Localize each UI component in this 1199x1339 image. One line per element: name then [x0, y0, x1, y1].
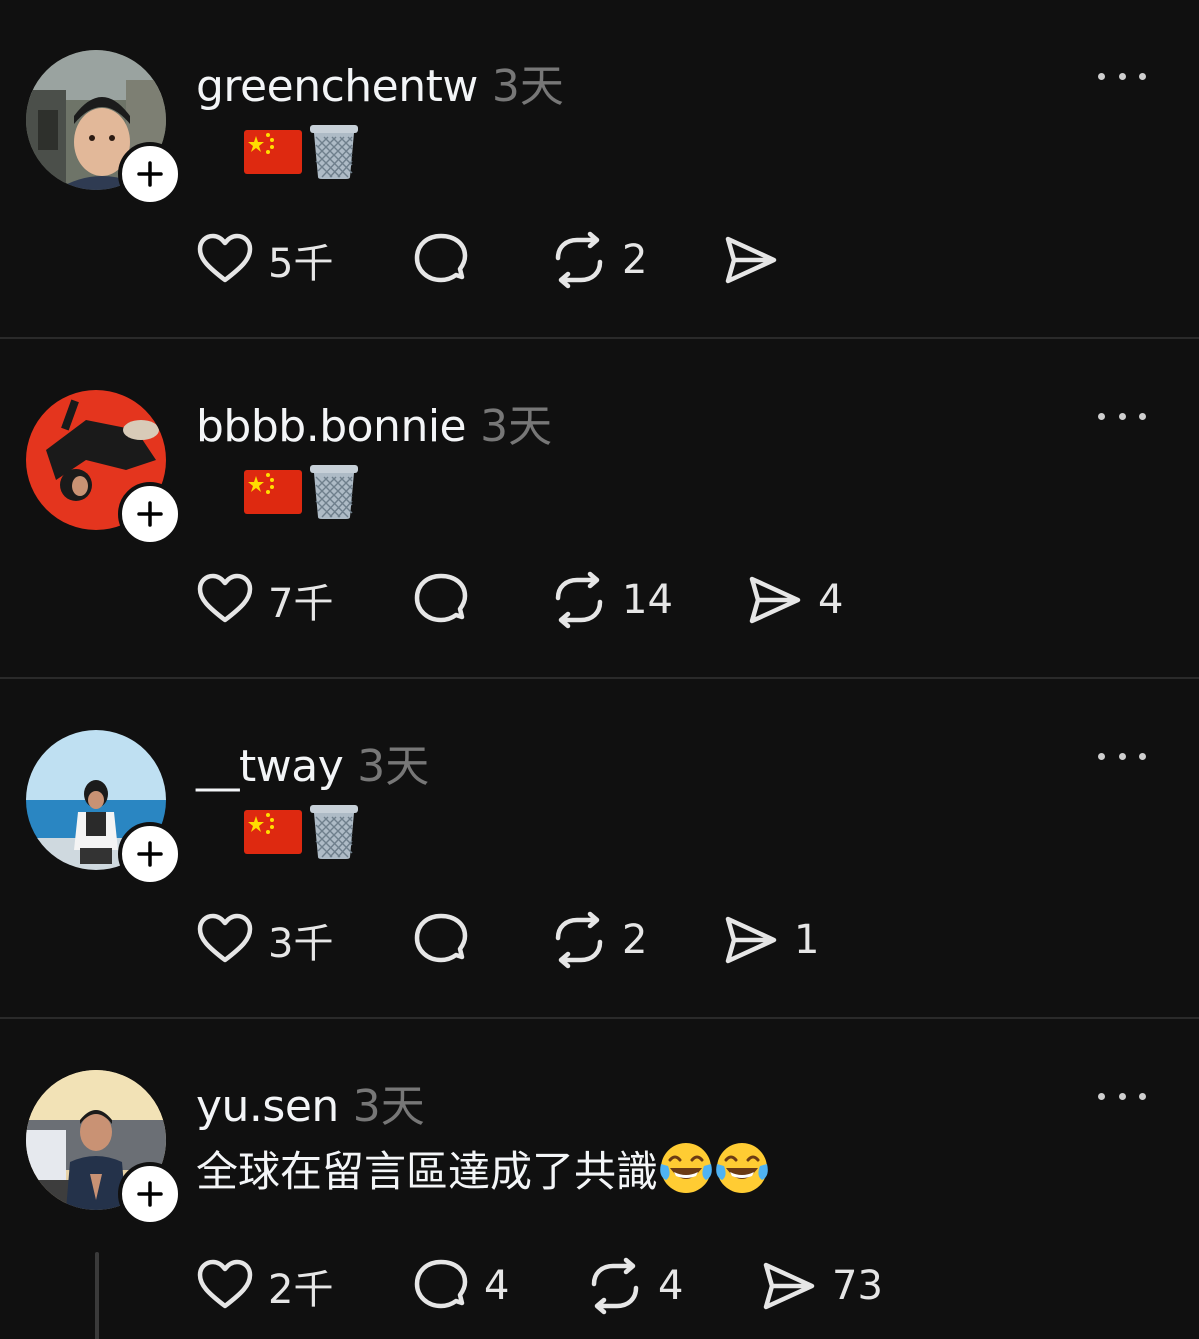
follow-button[interactable]: [118, 1162, 182, 1226]
follow-button[interactable]: [118, 142, 182, 206]
timestamp[interactable]: 3天: [492, 50, 564, 114]
post-header: __tway 3天: [196, 730, 429, 792]
more-options-icon[interactable]: [1098, 66, 1146, 86]
cn-flag-icon: [244, 130, 302, 174]
post-text: 全球在留言區達成了共識: [196, 1147, 659, 1196]
follow-button[interactable]: [118, 482, 182, 546]
post-header: greenchentw 3天: [196, 50, 564, 112]
share-button[interactable]: [722, 230, 794, 290]
share-count: 4: [818, 577, 844, 623]
repost-count: 14: [622, 577, 673, 623]
repost-count: 4: [658, 1263, 684, 1309]
comment-bubble-icon: [414, 573, 468, 623]
send-icon: [749, 576, 801, 624]
share-button[interactable]: 1: [722, 910, 819, 970]
post-content[interactable]: [196, 800, 360, 864]
heart-icon: [197, 573, 253, 623]
repost-button[interactable]: 2: [550, 230, 647, 290]
post: __tway 3天 3千 2 1: [0, 680, 1199, 1018]
wastebasket-icon: [310, 465, 358, 519]
divider: [0, 337, 1199, 339]
timestamp[interactable]: 3天: [357, 730, 429, 794]
repost-icon: [591, 1257, 639, 1315]
action-bar: 2千 4 4 73: [196, 1256, 1096, 1316]
repost-button[interactable]: 14: [550, 570, 673, 630]
avatar-container[interactable]: [26, 1070, 182, 1226]
post-header: yu.sen 3天: [196, 1070, 425, 1132]
like-count: 7千: [268, 581, 334, 627]
cn-flag-icon: [244, 810, 302, 854]
more-options-icon[interactable]: [1098, 406, 1146, 426]
plus-icon: [137, 841, 163, 867]
reply-button[interactable]: 4: [412, 1256, 509, 1316]
timestamp[interactable]: 3天: [480, 390, 552, 454]
post: bbbb.bonnie 3天 7千 14 4: [0, 340, 1199, 678]
post-content[interactable]: 全球在留言區達成了共識: [196, 1140, 770, 1202]
plus-icon: [137, 1181, 163, 1207]
heart-icon: [197, 913, 253, 963]
post: yu.sen 3天 全球在留言區達成了共識 2千 4 4 73: [0, 1020, 1199, 1339]
like-button[interactable]: 3千: [196, 910, 333, 970]
comment-bubble-icon: [414, 233, 468, 283]
post-header: bbbb.bonnie 3天: [196, 390, 552, 452]
more-options-icon[interactable]: [1098, 746, 1146, 766]
action-bar: 5千 2: [196, 230, 1096, 290]
wastebasket-icon: [310, 805, 358, 859]
action-bar: 7千 14 4: [196, 570, 1096, 630]
follow-button[interactable]: [118, 822, 182, 886]
avatar-container[interactable]: [26, 50, 182, 206]
reply-button[interactable]: [412, 230, 484, 290]
plus-icon: [137, 161, 163, 187]
divider: [0, 1017, 1199, 1019]
thread-line: [95, 1252, 99, 1339]
avatar-container[interactable]: [26, 730, 182, 886]
share-count: 73: [832, 1263, 883, 1309]
send-icon: [763, 1262, 815, 1310]
post-content[interactable]: [196, 460, 360, 524]
timestamp[interactable]: 3天: [353, 1070, 425, 1134]
avatar-container[interactable]: [26, 390, 182, 546]
like-button[interactable]: 2千: [196, 1256, 333, 1316]
repost-icon: [555, 911, 603, 969]
post-content[interactable]: [196, 120, 360, 184]
comment-bubble-icon: [414, 1259, 468, 1309]
reply-count: 4: [484, 1263, 510, 1309]
repost-count: 2: [622, 917, 648, 963]
username[interactable]: bbbb.bonnie: [196, 401, 467, 452]
tears-of-joy-icon: [716, 1143, 768, 1193]
post: greenchentw 3天 5千 2: [0, 0, 1199, 338]
more-options-icon[interactable]: [1098, 1086, 1146, 1106]
like-button[interactable]: 7千: [196, 570, 333, 630]
like-count: 5千: [268, 241, 334, 287]
username[interactable]: __tway: [196, 741, 344, 792]
username[interactable]: greenchentw: [196, 61, 478, 112]
plus-icon: [137, 501, 163, 527]
threads-feed: greenchentw 3天 5千 2 bbbb.bonnie 3天 7千 14…: [0, 0, 1199, 1339]
repost-count: 2: [622, 237, 648, 283]
share-count: 1: [794, 917, 820, 963]
like-button[interactable]: 5千: [196, 230, 333, 290]
like-count: 3千: [268, 921, 334, 967]
share-button[interactable]: 73: [760, 1256, 883, 1316]
repost-icon: [555, 571, 603, 629]
cn-flag-icon: [244, 470, 302, 514]
username[interactable]: yu.sen: [196, 1081, 339, 1132]
action-bar: 3千 2 1: [196, 910, 1096, 970]
repost-button[interactable]: 2: [550, 910, 647, 970]
share-button[interactable]: 4: [746, 570, 843, 630]
wastebasket-icon: [310, 125, 358, 179]
comment-bubble-icon: [414, 913, 468, 963]
heart-icon: [197, 233, 253, 283]
reply-button[interactable]: [412, 570, 484, 630]
heart-icon: [197, 1259, 253, 1309]
tears-of-joy-icon: [660, 1143, 712, 1193]
send-icon: [725, 236, 777, 284]
send-icon: [725, 916, 777, 964]
repost-button[interactable]: 4: [586, 1256, 683, 1316]
like-count: 2千: [268, 1267, 334, 1313]
repost-icon: [555, 231, 603, 289]
divider: [0, 677, 1199, 679]
reply-button[interactable]: [412, 910, 484, 970]
